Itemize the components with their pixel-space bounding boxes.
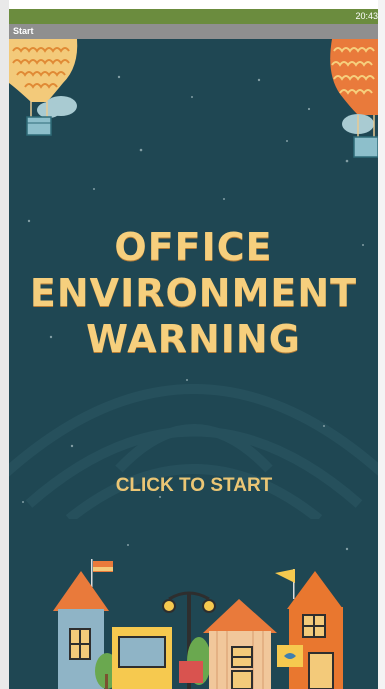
device-frame-right (378, 0, 385, 689)
device-frame-left (0, 0, 9, 689)
start-screen[interactable]: OFFICE ENVIRONMENT WARNING CLICK TO STAR… (9, 39, 378, 689)
village-houses-illustration (53, 559, 343, 689)
title-line-environment: ENVIRONMENT (29, 271, 358, 315)
title-bar: Start (9, 24, 378, 39)
title-line-office: OFFICE (114, 225, 273, 269)
hot-air-balloon-right-icon (330, 39, 378, 158)
start-button[interactable]: CLICK TO START (89, 469, 299, 503)
status-bar: 20:43 (9, 9, 378, 24)
app-title: OFFICE ENVIRONMENT WARNING (9, 224, 378, 362)
hot-air-balloon-left-icon (9, 39, 78, 136)
status-time: 20:43 (355, 11, 378, 21)
screen-title: Start (13, 26, 34, 36)
title-line-warning: WARNING (86, 317, 301, 361)
